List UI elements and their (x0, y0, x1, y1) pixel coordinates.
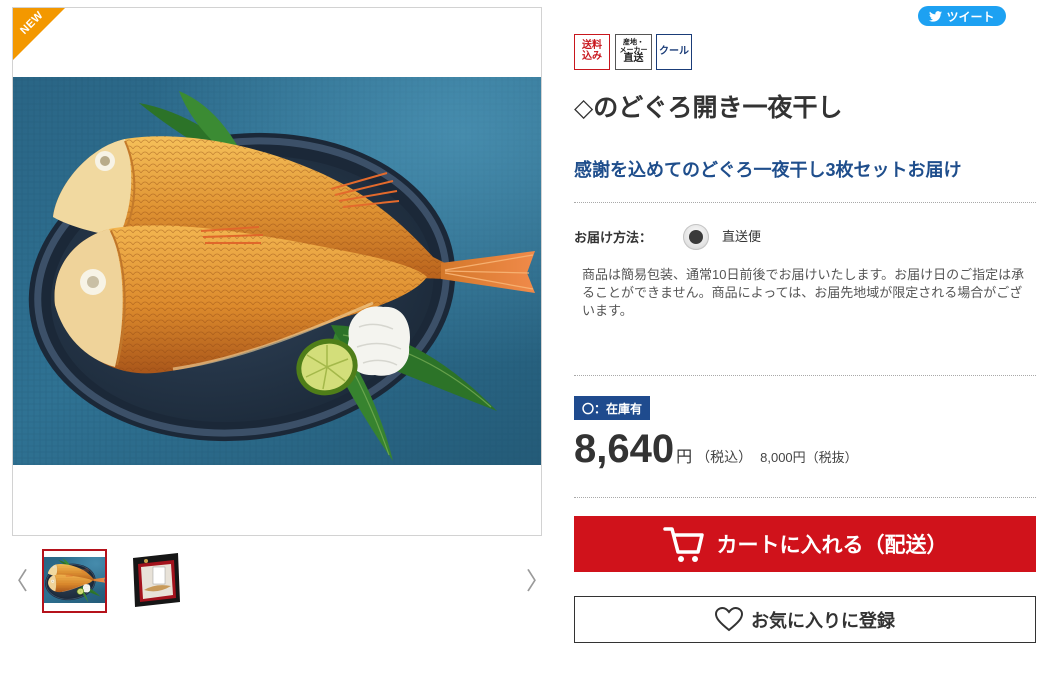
product-title: ◇のどぐろ開き一夜干し (574, 94, 843, 122)
delivery-method-label: お届け方法： (574, 230, 653, 245)
new-ribbon-label: NEW (18, 9, 46, 37)
price-tax-excluded-label: （税抜） (805, 450, 858, 465)
gift-box-thumbnail-image (131, 552, 181, 608)
price-tax-included: 8,640 (574, 427, 675, 471)
badge-line: 直送 (623, 53, 644, 65)
thumbnail-gift-box[interactable] (129, 550, 183, 610)
gold-emblem (144, 559, 148, 563)
new-ribbon: NEW (13, 8, 65, 60)
add-to-favorites-button[interactable]: お気に入りに登録 (574, 596, 1036, 643)
price-tax-excluded: 8,000円 (760, 450, 806, 465)
badge-line: 込み (582, 51, 602, 62)
delivery-method-option[interactable]: 直送便 (722, 229, 761, 245)
badge-line: クール (659, 45, 689, 57)
price: 8,640 円 （税込） 8,000円 （税抜） (574, 427, 858, 472)
tweet-label: ツイート (946, 9, 995, 24)
add-to-cart-label: カートに入れる（配送） (716, 534, 948, 557)
divider (574, 375, 1036, 376)
price-currency: 円 (676, 449, 693, 466)
twitter-bird-icon (929, 10, 943, 22)
badge-cool-delivery: クール (656, 34, 692, 70)
gift-card (152, 566, 166, 585)
badge-line: 産地・ (623, 39, 644, 47)
gallery-prev-arrow[interactable]: 〈 (4, 566, 28, 596)
badge-direct-from-producer: 産地・ メーカー 直送 (615, 34, 652, 70)
badge-shipping-included: 送料 込み (574, 34, 610, 70)
stock-status-badge: 〇：在庫有 (574, 396, 650, 420)
cart-icon (662, 527, 704, 562)
add-to-cart-button[interactable]: カートに入れる（配送） (574, 516, 1036, 572)
product-main-image: NEW (12, 7, 542, 536)
tweet-button[interactable]: ツイート (918, 6, 1006, 26)
delivery-note: 商品は簡易包装、通常10日前後でお届けいたします。お届け日のご指定は承ることがで… (582, 267, 1025, 318)
thumbnail-grilled-fish[interactable] (42, 549, 107, 613)
product-catchcopy: 感謝を込めてのどぐろ一夜干し3枚セットお届け (574, 160, 962, 180)
add-to-favorites-label: お気に入りに登録 (751, 610, 895, 631)
product-photo (13, 77, 541, 465)
grilled-fish-thumbnail-image (44, 557, 105, 603)
delivery-method-radio[interactable] (683, 224, 709, 250)
divider (574, 497, 1036, 498)
price-tax-included-label: （税込） (696, 449, 753, 465)
gallery-next-arrow[interactable]: 〉 (526, 566, 550, 596)
heart-icon (715, 607, 743, 632)
divider (574, 202, 1036, 203)
